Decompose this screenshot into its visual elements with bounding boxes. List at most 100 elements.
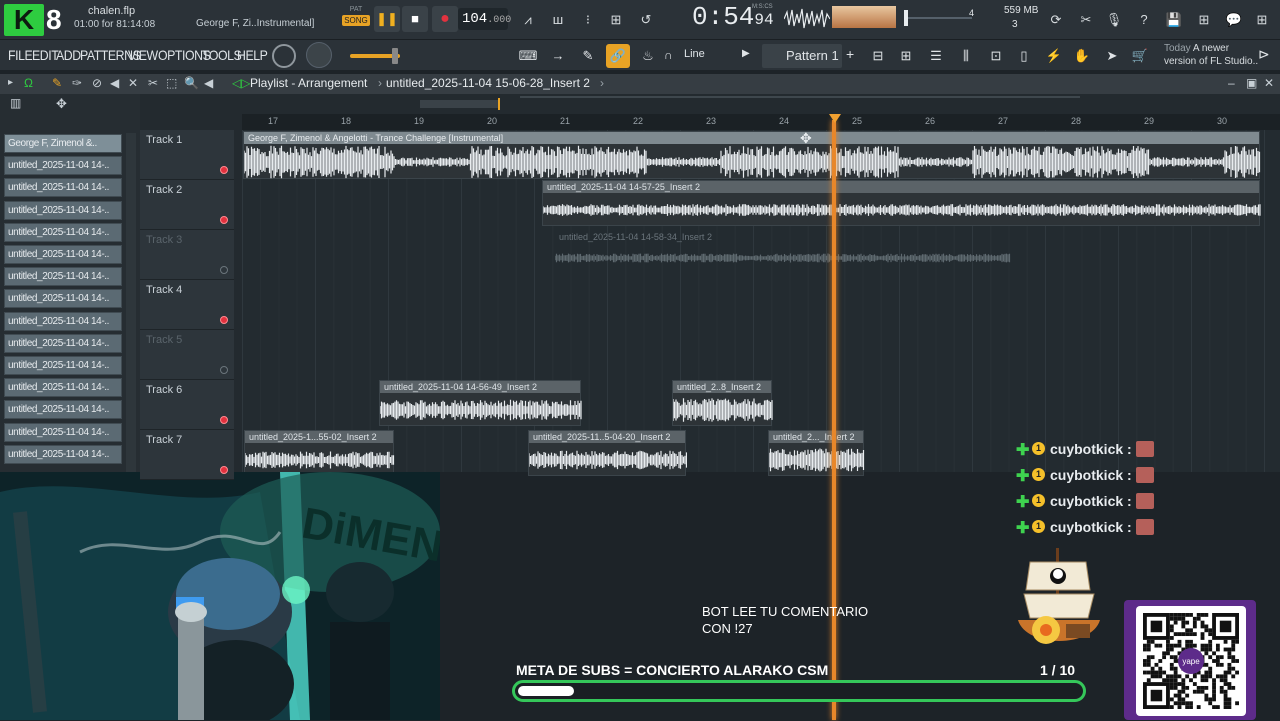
playlist-arrow-icon[interactable]: ◁▷: [232, 76, 250, 90]
playlist-menu-icon[interactable]: ▸: [8, 77, 13, 88]
browser-scrollbar[interactable]: [126, 133, 136, 472]
cart-icon[interactable]: 🛒: [1128, 44, 1152, 68]
select-tool-icon[interactable]: ⬚: [166, 76, 177, 90]
close-icon[interactable]: ✕: [1264, 76, 1274, 90]
browser-item[interactable]: untitled_2025-11-04 14-..: [4, 245, 122, 264]
fl-logo[interactable]: K 8: [4, 4, 76, 36]
browser-item[interactable]: untitled_2025-11-04 14-..: [4, 267, 122, 287]
browser-item[interactable]: untitled_2025-11-04 14-..: [4, 422, 122, 442]
browser-item[interactable]: untitled_2025-11-04 14-..: [4, 289, 122, 309]
menu-file[interactable]: FILE: [8, 47, 33, 63]
browser-tracks-icon[interactable]: ✥: [56, 96, 67, 112]
stamp-icon[interactable]: ♨: [636, 44, 660, 68]
add-pattern-icon[interactable]: +: [846, 46, 854, 62]
zoom-tool-icon[interactable]: 🔍: [184, 76, 199, 90]
touch-icon[interactable]: ✋: [1070, 44, 1094, 68]
piano-roll-icon[interactable]: ⊞: [894, 44, 918, 68]
clip-track7-c[interactable]: untitled_2..._Insert 2: [768, 430, 865, 476]
news-arrow-icon[interactable]: ⊳: [1258, 46, 1270, 63]
minimize-icon[interactable]: –: [1228, 76, 1235, 90]
clip-track1[interactable]: George F, Zimenol & Angelotti - Trance C…: [243, 131, 1261, 179]
browser-item[interactable]: untitled_2025-11-04 14-..: [4, 311, 122, 331]
maximize-icon[interactable]: ▣: [1246, 76, 1257, 90]
snap-selector[interactable]: Line: [684, 48, 705, 60]
slice-tool-icon[interactable]: ✂: [148, 76, 158, 90]
pause-button[interactable]: ❚❚: [374, 6, 400, 32]
link-icon[interactable]: ➤: [1100, 44, 1124, 68]
browser-item[interactable]: untitled_2025-11-04 14-..: [4, 333, 122, 353]
menu-view[interactable]: VIEW: [128, 47, 158, 63]
tempo-display[interactable]: 104.000: [458, 8, 511, 30]
news-panel[interactable]: Today A newer version of FL Studio..: [1164, 42, 1258, 68]
track-record-icon[interactable]: [220, 316, 228, 324]
overview-scroll[interactable]: [420, 100, 500, 108]
mute-tool-icon[interactable]: ◀: [110, 76, 119, 90]
undo-history-icon[interactable]: ⟳: [1044, 8, 1068, 32]
delete-tool-icon[interactable]: ⊘: [92, 76, 102, 90]
plugins-icon[interactable]: ⊞: [1250, 8, 1274, 32]
arrow-icon[interactable]: →: [546, 44, 570, 68]
track-record-icon[interactable]: [220, 416, 228, 424]
track-header[interactable]: Track 3: [140, 230, 234, 280]
track-header[interactable]: Track 1: [140, 130, 234, 180]
clip-track2[interactable]: untitled_2025-11-04 14-57-25_Insert 2: [542, 180, 1261, 226]
track-header[interactable]: Track 7: [140, 430, 234, 480]
tools-icon[interactable]: ✂: [1074, 8, 1098, 32]
draw-tool-icon[interactable]: ✎: [52, 76, 62, 90]
browser-icon[interactable]: ⊡: [984, 44, 1008, 68]
browser-item[interactable]: untitled_2025-11-04 14-..: [4, 178, 122, 198]
cpu-slider[interactable]: 4: [904, 6, 974, 30]
record-button[interactable]: ●: [432, 6, 458, 32]
pattern-selector[interactable]: Pattern 1: [762, 44, 842, 68]
track-header[interactable]: Track 5: [140, 330, 234, 380]
menu-help[interactable]: HELP: [237, 47, 268, 63]
typing-keyboard-icon[interactable]: ⌨: [516, 44, 540, 68]
pencil-icon[interactable]: ✎: [576, 44, 600, 68]
playhead-marker[interactable]: [829, 114, 841, 123]
timeline-ruler[interactable]: [242, 114, 1280, 130]
loop-record-icon[interactable]: ↺: [634, 8, 658, 32]
chat-icon[interactable]: 💬: [1222, 8, 1246, 32]
stop-button[interactable]: ■: [402, 6, 428, 32]
mixer-view-icon[interactable]: ⫼: [954, 44, 978, 68]
browser-item[interactable]: untitled_2025-11-04 14-..: [4, 156, 122, 176]
pattern-prev-icon[interactable]: ▶: [742, 48, 750, 59]
file-icon[interactable]: ▯: [1012, 44, 1036, 68]
menu-add[interactable]: ADD: [56, 47, 81, 63]
plugin-icon[interactable]: ⚡: [1042, 44, 1066, 68]
help-icon[interactable]: ?: [1132, 8, 1156, 32]
channel-rack-icon[interactable]: ☰: [924, 44, 948, 68]
track-record-icon[interactable]: [220, 266, 228, 274]
master-pitch-knob[interactable]: [306, 42, 332, 68]
clip-track7-b[interactable]: untitled_2025-11..5-04-20_Insert 2: [528, 430, 687, 476]
pitch-slider-handle[interactable]: [392, 48, 398, 64]
snap-to-grid-icon[interactable]: Ω: [24, 76, 33, 90]
track-record-icon[interactable]: [220, 216, 228, 224]
snap-magnet-icon[interactable]: 🔗: [606, 44, 630, 68]
slip-tool-icon[interactable]: ✕: [128, 76, 138, 90]
track-record-icon[interactable]: [220, 466, 228, 474]
clip-track6-b[interactable]: untitled_2..8_Insert 2: [672, 380, 773, 426]
pat-song-toggle[interactable]: PAT SONG: [342, 6, 370, 32]
wait-icon[interactable]: ш: [546, 8, 570, 32]
track-header[interactable]: Track 6: [140, 380, 234, 430]
browser-item[interactable]: untitled_2025-11-04 14-..: [4, 200, 122, 220]
mixer-icon[interactable]: ⊞: [1192, 8, 1216, 32]
browser-item[interactable]: untitled_2025-11-04 14-..: [4, 378, 122, 398]
menu-edit[interactable]: EDIT: [32, 47, 59, 63]
step-edit-icon[interactable]: ⊞: [604, 8, 628, 32]
browser-item[interactable]: untitled_2025-11-04 14-..: [4, 222, 122, 242]
master-volume-knob[interactable]: [272, 44, 296, 68]
menu-tools[interactable]: TOOLS: [202, 47, 242, 63]
clip-track6-a[interactable]: untitled_2025-11-04 14-56-49_Insert 2: [379, 380, 582, 426]
save-icon[interactable]: 💾: [1162, 8, 1186, 32]
countdown-icon[interactable]: ⁝: [576, 8, 600, 32]
clip-track3[interactable]: untitled_2025-11-04 14-58-34_Insert 2: [554, 230, 1011, 272]
paint-tool-icon[interactable]: ✑: [72, 76, 82, 90]
browser-columns-icon[interactable]: ▥: [10, 96, 21, 110]
browser-item[interactable]: untitled_2025-11-04 14-..: [4, 400, 122, 420]
track-header[interactable]: Track 2: [140, 180, 234, 230]
metronome-icon[interactable]: ⩘: [516, 8, 540, 32]
track-header[interactable]: Track 4: [140, 280, 234, 330]
playback-tool-icon[interactable]: ◀: [204, 76, 213, 90]
